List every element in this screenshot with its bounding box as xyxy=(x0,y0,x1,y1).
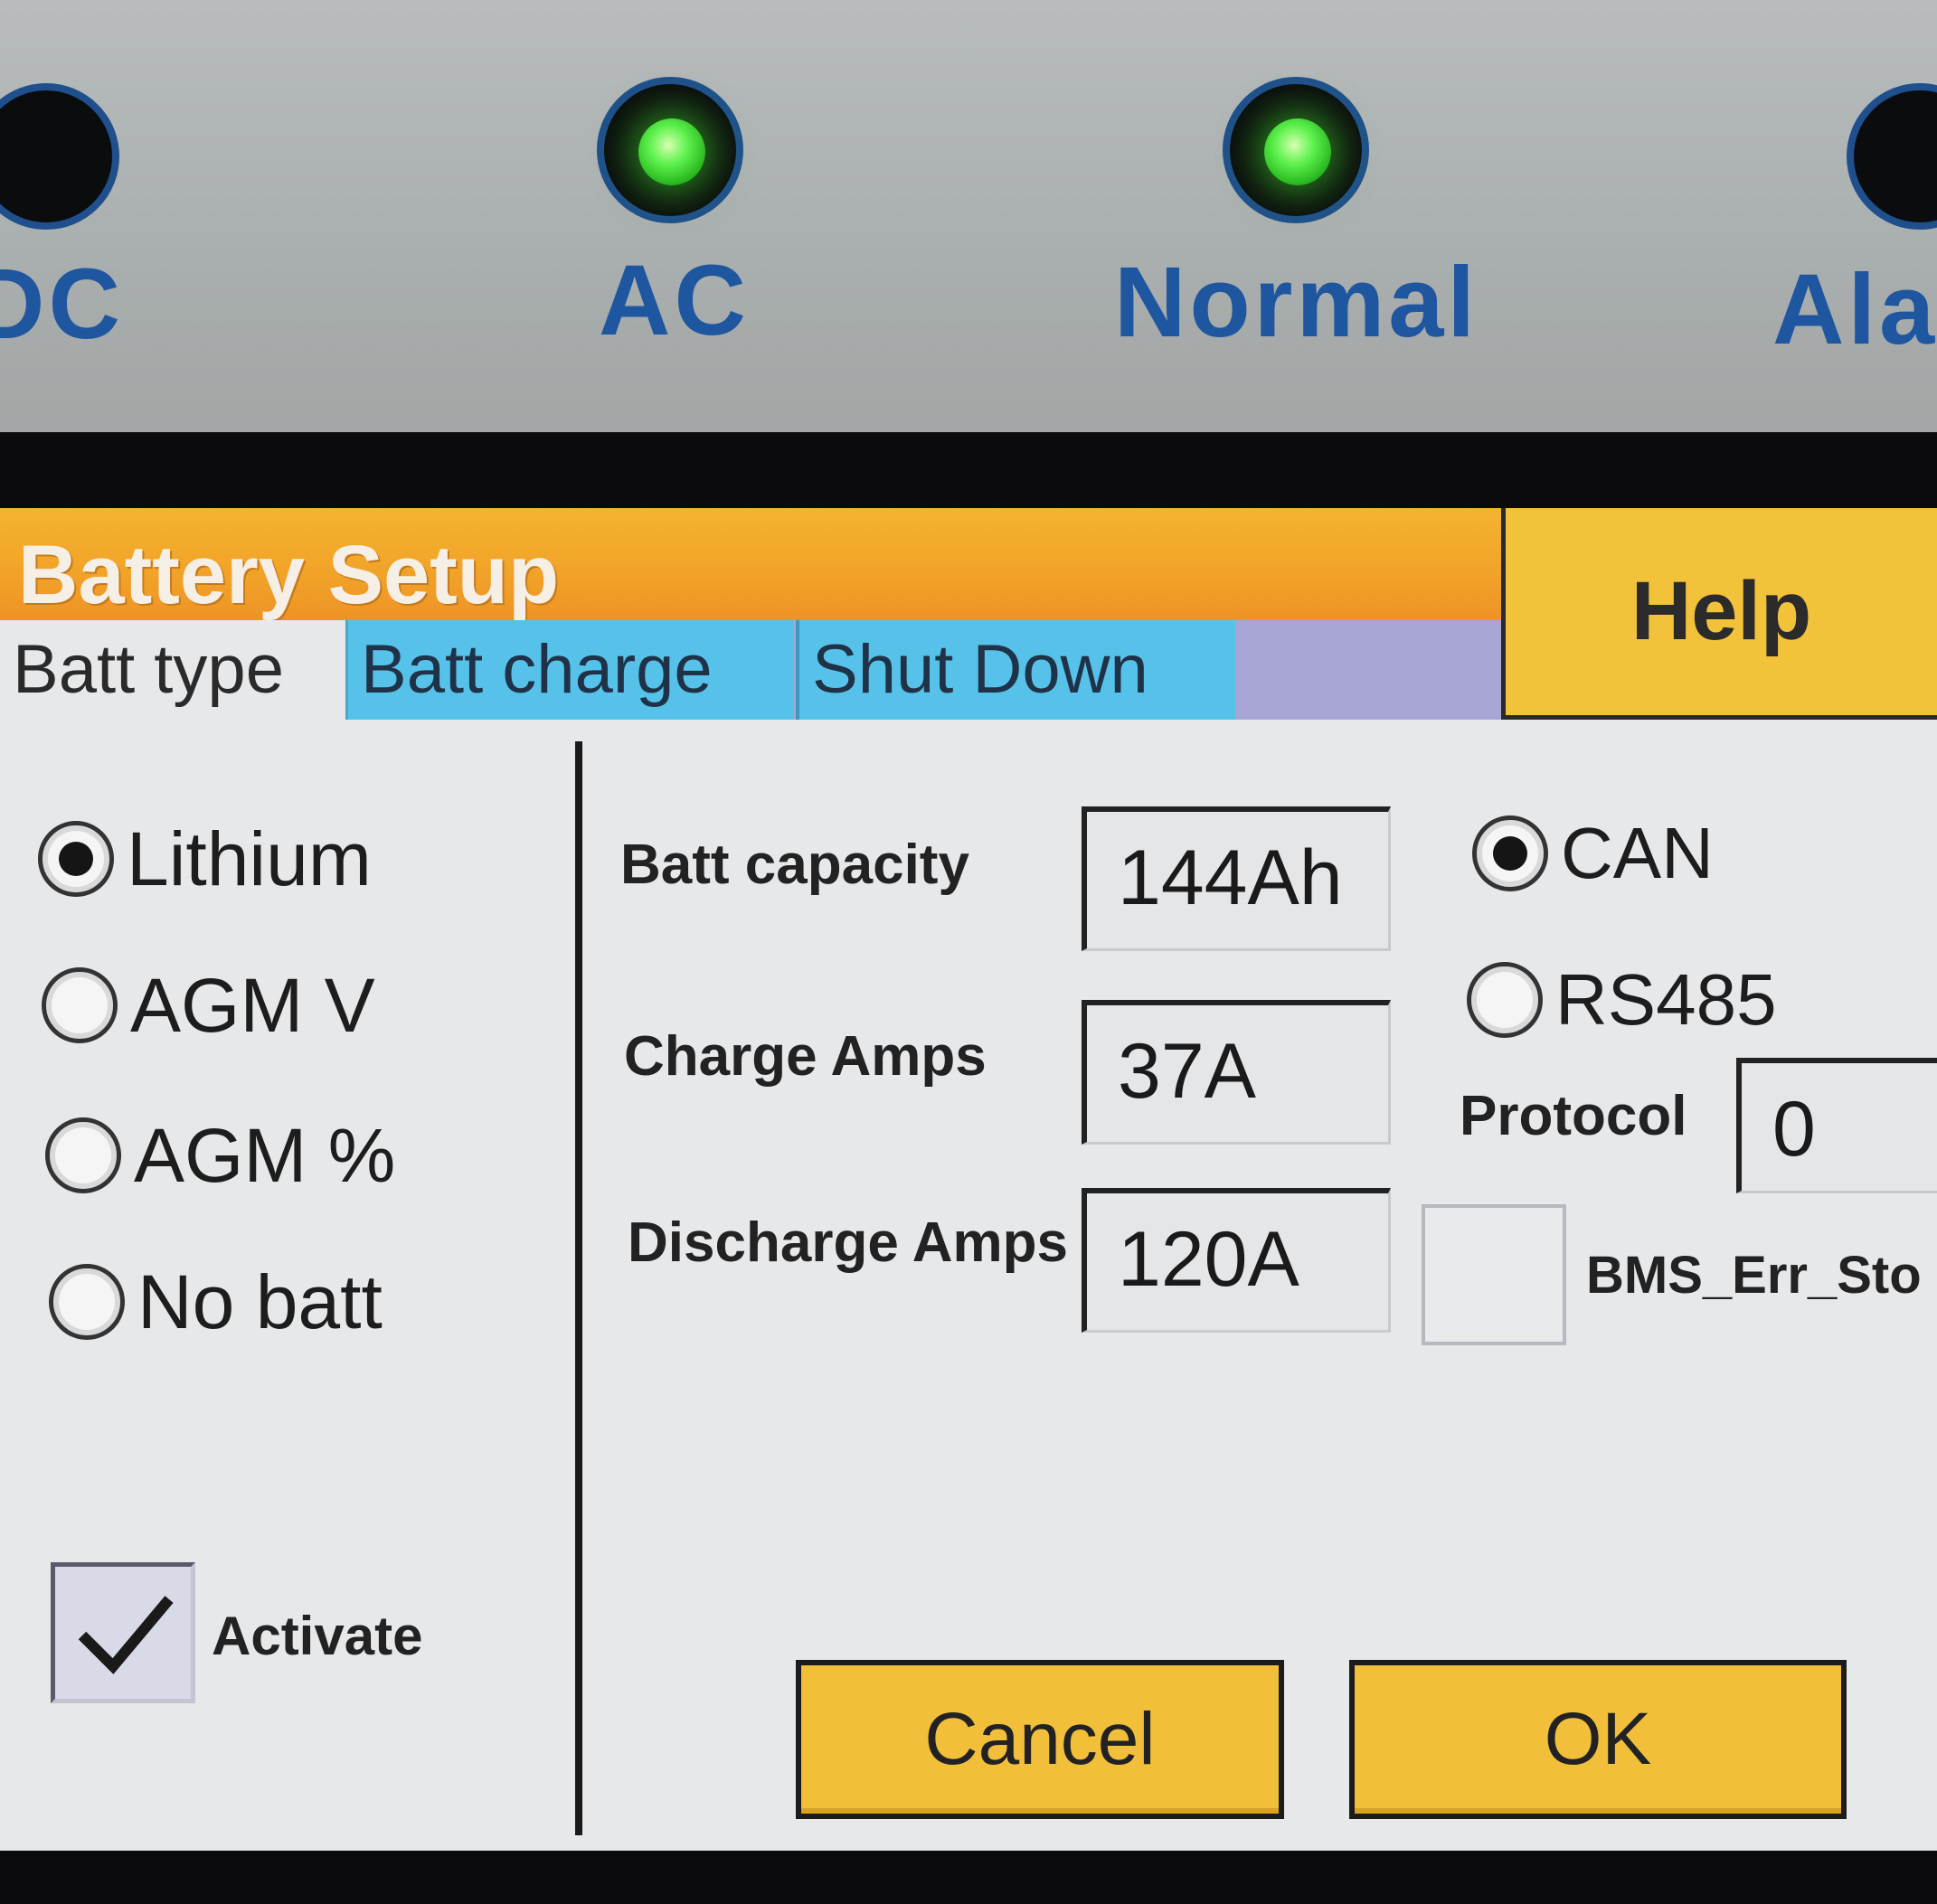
title-bar: Battery Setup xyxy=(0,508,1501,620)
protocol-label: Protocol xyxy=(1460,1085,1687,1147)
dc-led-icon xyxy=(0,83,119,230)
batt-capacity-label: Batt capacity xyxy=(620,834,969,896)
radio-unselected-icon[interactable] xyxy=(49,1264,125,1340)
radio-rs485[interactable]: RS485 xyxy=(1467,962,1777,1038)
tab-shut-down[interactable]: Shut Down xyxy=(796,620,1235,720)
radio-selected-icon[interactable] xyxy=(38,821,114,897)
panel-divider xyxy=(575,741,582,1835)
tab-bar: Batt type Batt charge Shut Down xyxy=(0,620,1501,720)
activate-label: Activate xyxy=(212,1606,423,1666)
radio-unselected-icon[interactable] xyxy=(45,1117,121,1193)
tab-batt-charge[interactable]: Batt charge xyxy=(345,620,794,720)
ac-led-icon xyxy=(597,77,743,223)
device-indicator-panel: DC AC Normal Ala xyxy=(0,0,1937,432)
protocol-field[interactable]: 0 xyxy=(1736,1058,1937,1193)
normal-led-lamp-icon xyxy=(1264,118,1331,185)
radio-lithium[interactable]: Lithium xyxy=(38,821,372,897)
radio-unselected-icon[interactable] xyxy=(42,967,118,1043)
screen-bezel-top xyxy=(0,432,1937,508)
discharge-amps-field[interactable]: 120A xyxy=(1082,1188,1391,1333)
radio-no-batt-label: No batt xyxy=(137,1259,383,1344)
bms-err-stop-checkbox[interactable] xyxy=(1422,1204,1566,1345)
screen-bezel-bottom xyxy=(0,1851,1937,1904)
ac-label: AC xyxy=(599,245,750,356)
tab-batt-type[interactable]: Batt type xyxy=(0,620,345,720)
alarm-label: Ala xyxy=(1772,254,1937,365)
radio-can[interactable]: CAN xyxy=(1472,815,1714,891)
radio-no-batt[interactable]: No batt xyxy=(49,1264,383,1340)
normal-led-icon xyxy=(1223,77,1369,223)
radio-agm-percent-label: AGM % xyxy=(134,1113,396,1198)
charge-amps-field[interactable]: 37A xyxy=(1082,1000,1391,1145)
alarm-led-icon xyxy=(1847,83,1937,230)
radio-agm-percent[interactable]: AGM % xyxy=(45,1117,395,1193)
activate-checkbox[interactable] xyxy=(51,1562,195,1703)
device-photo: DC AC Normal Ala Battery Setup Help Batt… xyxy=(0,0,1937,1904)
ac-led-lamp-icon xyxy=(638,118,705,185)
window-title: Battery Setup xyxy=(18,529,560,621)
radio-can-label: CAN xyxy=(1561,813,1714,893)
radio-unselected-icon[interactable] xyxy=(1467,962,1543,1038)
radio-agm-v-label: AGM V xyxy=(130,963,375,1048)
radio-agm-v[interactable]: AGM V xyxy=(42,967,375,1043)
batt-capacity-field[interactable]: 144Ah xyxy=(1082,806,1391,951)
cancel-button[interactable]: Cancel xyxy=(796,1660,1284,1819)
dc-label: DC xyxy=(0,249,124,360)
bms-err-stop-label: BMS_Err_Sto xyxy=(1586,1246,1922,1305)
ok-button[interactable]: OK xyxy=(1349,1660,1847,1819)
check-icon xyxy=(78,1596,174,1674)
radio-lithium-label: Lithium xyxy=(127,816,372,901)
radio-selected-icon[interactable] xyxy=(1472,815,1548,891)
help-button[interactable]: Help xyxy=(1501,508,1937,720)
radio-rs485-label: RS485 xyxy=(1555,959,1777,1040)
normal-label: Normal xyxy=(1114,247,1479,358)
charge-amps-label: Charge Amps xyxy=(624,1025,987,1088)
battery-setup-screen: Battery Setup Help Batt type Batt charge… xyxy=(0,508,1937,1851)
discharge-amps-label: Discharge Amps xyxy=(628,1211,1068,1274)
